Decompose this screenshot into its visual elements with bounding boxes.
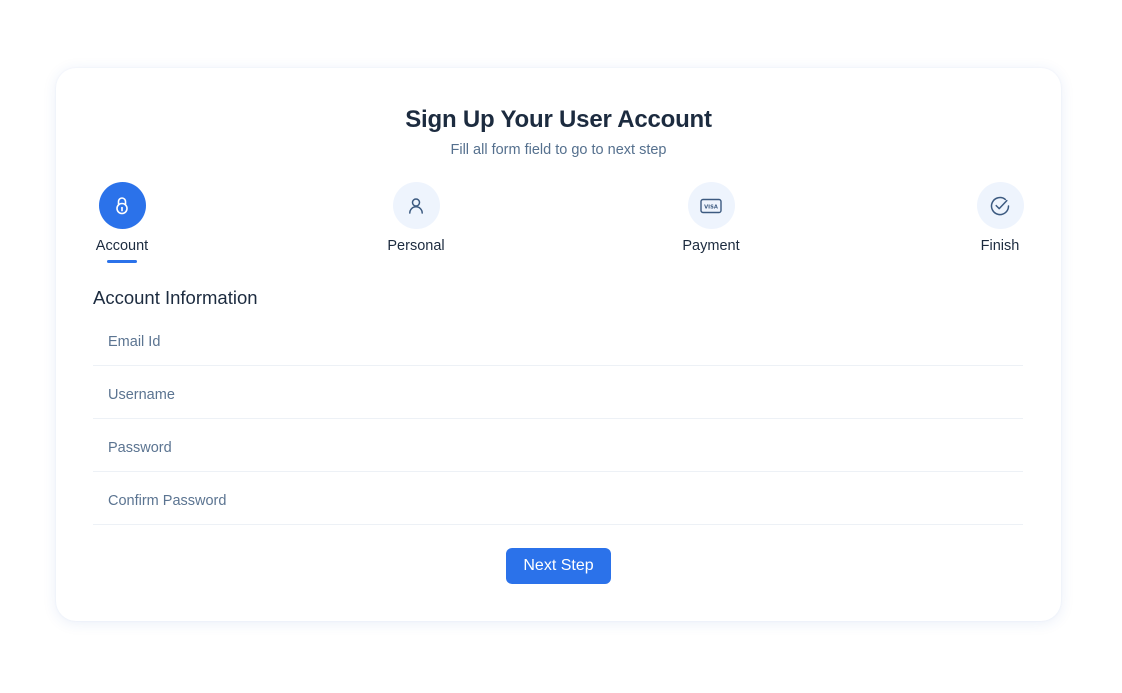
username-input[interactable] xyxy=(93,382,1023,408)
email-field xyxy=(93,313,1023,366)
check-circle-icon xyxy=(990,196,1010,215)
section-title: Account Information xyxy=(93,287,258,308)
step-finish[interactable]: Finish xyxy=(940,182,1060,254)
step-finish-label: Finish xyxy=(980,238,1020,254)
page-title: Sign Up Your User Account xyxy=(405,106,712,133)
password-field xyxy=(93,419,1023,472)
visa-card-icon: VISA xyxy=(700,198,722,213)
username-field xyxy=(93,366,1023,419)
password-input[interactable] xyxy=(93,435,1023,461)
confirm-password-field xyxy=(93,472,1023,525)
user-icon xyxy=(409,197,423,214)
step-payment[interactable]: VISA Payment xyxy=(651,182,771,254)
step-payment-circle: VISA xyxy=(687,182,735,229)
next-step-button[interactable]: Next Step xyxy=(506,548,611,584)
confirm-password-input[interactable] xyxy=(93,488,1023,514)
step-finish-circle xyxy=(976,182,1024,229)
step-payment-label: Payment xyxy=(682,238,740,254)
page-subtitle: Fill all form field to go to next step xyxy=(450,142,667,158)
lock-icon xyxy=(116,196,128,214)
step-account[interactable]: Account xyxy=(62,182,182,263)
email-input[interactable] xyxy=(93,329,1023,355)
visa-card-text: VISA xyxy=(704,204,718,210)
step-personal[interactable]: Personal xyxy=(356,182,476,254)
step-personal-label: Personal xyxy=(387,238,445,254)
signup-card: Sign Up Your User Account Fill all form … xyxy=(56,68,1061,621)
active-step-indicator xyxy=(107,260,137,263)
step-account-label: Account xyxy=(95,238,149,254)
step-personal-circle xyxy=(392,182,440,229)
step-account-circle xyxy=(98,182,146,229)
